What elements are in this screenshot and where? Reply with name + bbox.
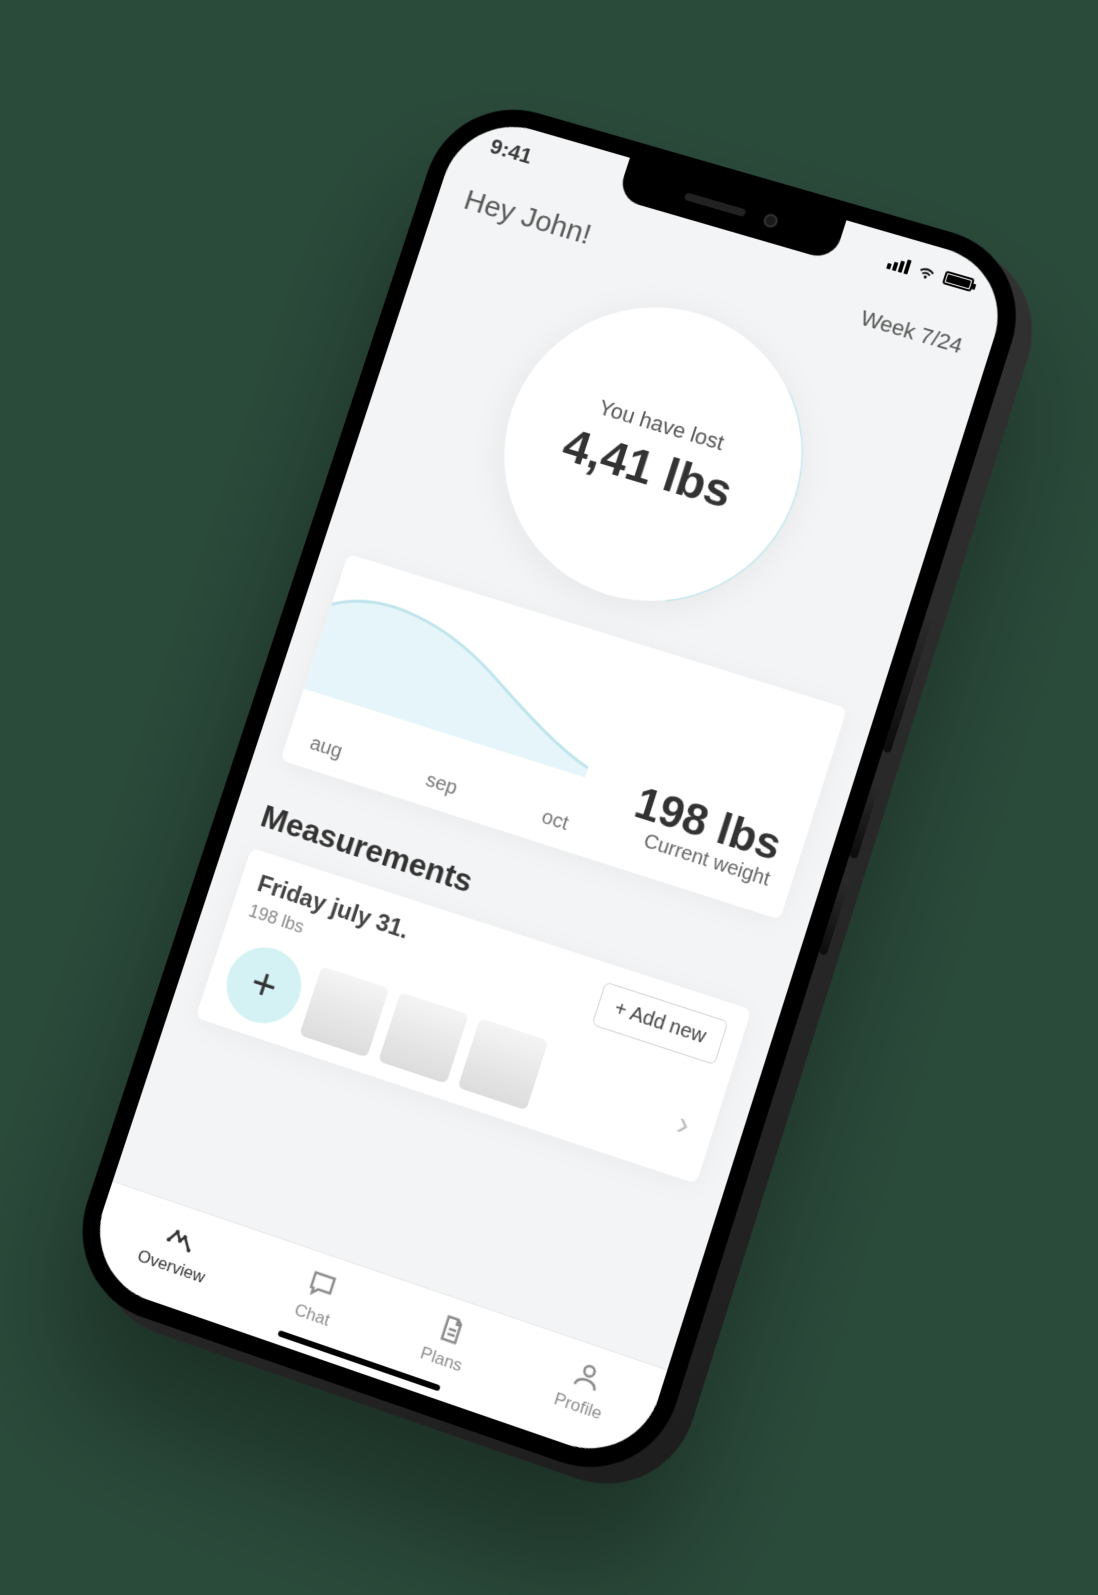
- tab-overview[interactable]: Overview: [135, 1210, 219, 1287]
- tab-profile[interactable]: Profile: [552, 1352, 616, 1423]
- chevron-right-icon[interactable]: ›: [666, 1100, 701, 1145]
- status-time: 9:41: [487, 133, 536, 169]
- tab-plans[interactable]: Plans: [418, 1307, 476, 1376]
- plus-icon: +: [244, 957, 284, 1013]
- tab-label: Overview: [135, 1245, 208, 1287]
- photo-thumbnail[interactable]: [378, 992, 468, 1084]
- week-indicator: Week 7/24: [857, 305, 965, 359]
- phone-mockup: 9:41 Hey John! Week 7/24: [59, 89, 1039, 1492]
- tab-chat[interactable]: Chat: [292, 1264, 344, 1330]
- tab-label: Chat: [292, 1299, 332, 1330]
- month-label: sep: [423, 769, 460, 800]
- add-photo-button[interactable]: +: [217, 937, 312, 1033]
- wifi-icon: [914, 259, 939, 283]
- cellular-icon: [886, 253, 912, 274]
- photo-thumbnail[interactable]: [299, 966, 389, 1057]
- month-label: oct: [539, 805, 571, 835]
- add-measurement-button[interactable]: + Add new: [592, 981, 729, 1065]
- overview-icon: [162, 1217, 199, 1255]
- chat-icon: [303, 1265, 341, 1304]
- progress-ring: You have lost 4,41 lbs: [466, 271, 840, 637]
- profile-icon: [569, 1355, 607, 1394]
- plans-icon: [432, 1309, 470, 1348]
- battery-icon: [942, 270, 975, 291]
- photo-thumbnail[interactable]: [458, 1018, 549, 1110]
- month-label: aug: [307, 732, 345, 764]
